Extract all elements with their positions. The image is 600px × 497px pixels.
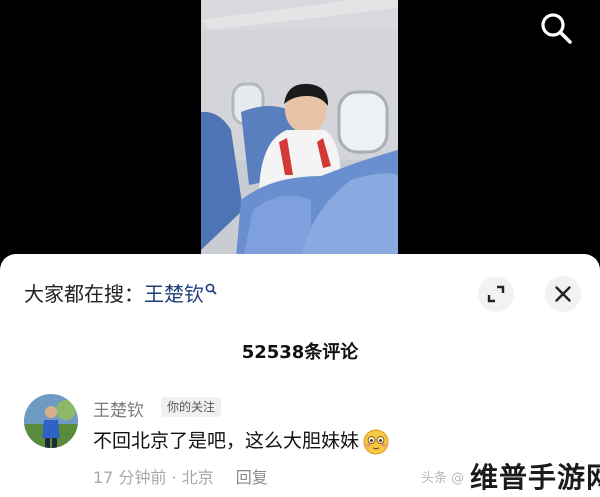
comment-text: 不回北京了是吧，这么大胆妹妹 — [93, 426, 389, 455]
comment-count: 52538条评论 — [241, 342, 359, 363]
comment-meta: 17 分钟前 · 北京 回复 — [93, 464, 268, 488]
suggested-search-prefix: 大家都在搜： — [24, 282, 144, 306]
comment-time-location: 17 分钟前 · 北京 — [93, 468, 214, 487]
close-button[interactable] — [545, 276, 581, 312]
close-icon — [545, 286, 581, 316]
suggested-search[interactable]: 大家都在搜：王楚钦 — [24, 278, 217, 307]
video-frame — [201, 0, 398, 258]
comment-username[interactable]: 王楚钦 — [93, 396, 144, 421]
reply-button[interactable]: 回复 — [236, 468, 268, 487]
expand-button[interactable] — [478, 276, 514, 312]
comment-sheet: 大家都在搜：王楚钦 52538条评论 王楚钦 你的关注 不回北京了是吧，这么大胆… — [0, 254, 600, 497]
source-watermark: 头条 @ — [421, 471, 465, 486]
flushed-face-emoji-icon — [363, 429, 389, 455]
video-still-image — [201, 0, 398, 258]
following-badge: 你的关注 — [161, 397, 222, 417]
expand-icon — [478, 285, 514, 316]
video-player[interactable] — [0, 0, 600, 258]
brand-watermark: 维普手游网 — [470, 461, 600, 494]
search-icon[interactable] — [536, 8, 576, 48]
search-small-icon — [205, 278, 217, 302]
suggested-search-keyword[interactable]: 王楚钦 — [144, 282, 204, 306]
avatar[interactable] — [24, 394, 78, 448]
comment-text-content: 不回北京了是吧，这么大胆妹妹 — [93, 430, 360, 452]
